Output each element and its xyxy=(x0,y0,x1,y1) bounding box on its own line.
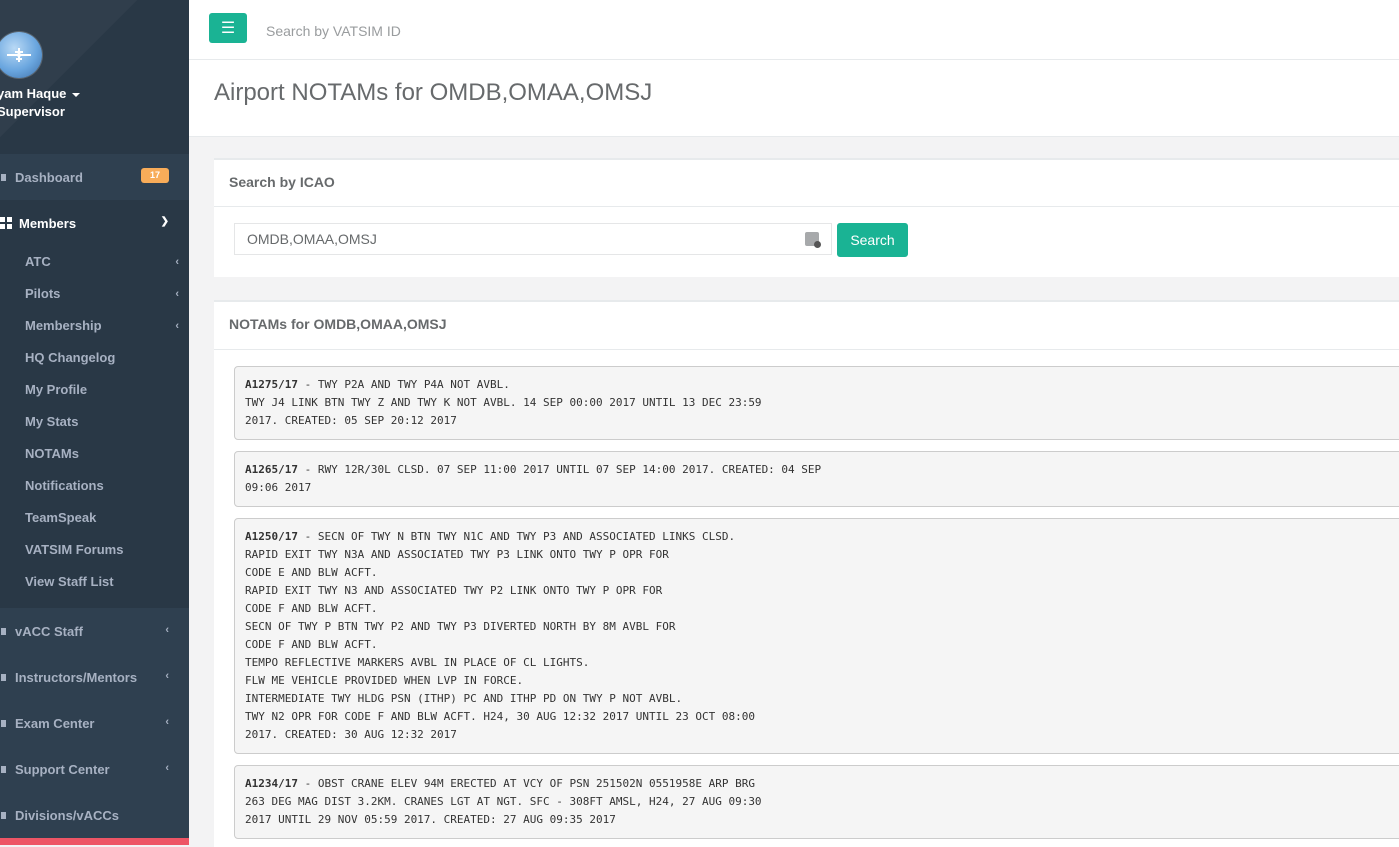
sidebar-item-label: Instructors/Mentors xyxy=(15,669,138,685)
notams-panel: NOTAMs for OMDB,OMAA,OMSJ A1275/17 - TWY… xyxy=(214,300,1399,847)
notam-text: - TWY P2A AND TWY P4A NOT AVBL. TWY J4 L… xyxy=(245,378,762,427)
sidebar-item-vatsim-forums[interactable]: VATSIM Forums xyxy=(25,534,189,566)
sidebar-item-label: NOTAMs xyxy=(25,446,79,461)
chevron-left-icon: ‹ xyxy=(175,256,179,268)
autofill-icon[interactable] xyxy=(805,232,821,248)
sidebar-item-label: ATC xyxy=(25,254,51,269)
chevron-left-icon: ‹ xyxy=(165,716,169,728)
sidebar-item-label: Exam Center xyxy=(15,715,95,731)
section-icon xyxy=(1,627,6,635)
page-heading: Airport NOTAMs for OMDB,OMAA,OMSJ xyxy=(189,60,1399,137)
sidebar-item-vacc-staff[interactable]: vACC Staff ‹ xyxy=(0,608,189,654)
panel-title: NOTAMs for OMDB,OMAA,OMSJ xyxy=(229,316,447,332)
sidebar-item-label: Divisions/vACCs xyxy=(15,807,120,823)
sidebar-item-instructors-mentors[interactable]: Instructors/Mentors ‹ xyxy=(0,654,189,700)
sidebar-item-label: Members xyxy=(19,215,77,231)
divider xyxy=(214,206,1399,207)
sidebar-item-label: Pilots xyxy=(25,286,61,301)
notification-badge: 17 xyxy=(141,168,169,183)
sidebar-item-label: View Staff List xyxy=(25,574,114,589)
hamburger-icon: ☰ xyxy=(220,20,236,37)
sidebar-item-atc[interactable]: ATC ‹ xyxy=(25,246,189,278)
chevron-left-icon: ‹ xyxy=(165,624,169,636)
sidebar-item-label: Membership xyxy=(25,318,102,333)
notam-item: A1234/17 - OBST CRANE ELEV 94M ERECTED A… xyxy=(234,765,1399,839)
sidebar-item-divisions-vaccs[interactable]: Divisions/vACCs xyxy=(0,792,189,838)
sidebar-item-dashboard[interactable]: Dashboard 17 xyxy=(0,154,189,200)
search-button[interactable]: Search xyxy=(837,223,908,257)
sidebar-item-label: My Profile xyxy=(25,382,88,397)
caret-down-icon xyxy=(72,92,81,97)
panel-title: Search by ICAO xyxy=(229,174,335,190)
notam-id: A1234/17 xyxy=(245,777,298,790)
notam-item: A1265/17 - RWY 12R/30L CLSD. 07 SEP 11:0… xyxy=(234,451,1399,507)
sidebar-item-label: TeamSpeak xyxy=(25,510,97,525)
chevron-down-icon: ❯ xyxy=(160,216,169,227)
notam-item: A1250/17 - SECN OF TWY N BTN TWY N1C AND… xyxy=(234,518,1399,754)
dashboard-icon xyxy=(1,173,6,181)
notam-id: A1275/17 xyxy=(245,378,298,391)
sidebar-item-notifications[interactable]: Notifications xyxy=(25,470,189,502)
notam-text: - SECN OF TWY N BTN TWY N1C AND TWY P3 A… xyxy=(245,530,755,741)
search-icao-panel: Search by ICAO Search xyxy=(214,158,1399,277)
sidebar-item-exam-center[interactable]: Exam Center ‹ xyxy=(0,700,189,746)
sidebar-item-notams[interactable]: NOTAMs xyxy=(25,438,189,470)
section-icon xyxy=(1,719,6,727)
section-icon xyxy=(1,811,6,819)
airplane-icon xyxy=(7,48,31,62)
grid-icon xyxy=(0,217,12,229)
sidebar-item-label: Dashboard xyxy=(15,169,83,185)
notam-id: A1250/17 xyxy=(245,530,298,543)
sidebar-item-label: Notifications xyxy=(25,478,104,493)
top-navbar: ☰ xyxy=(189,0,1399,60)
vatsim-id-search-input[interactable] xyxy=(264,18,568,44)
sidebar-item-view-staff-list[interactable]: View Staff List xyxy=(25,566,189,598)
section-icon xyxy=(1,673,6,681)
icao-input[interactable] xyxy=(234,223,832,255)
sidebar-item-teamspeak[interactable]: TeamSpeak xyxy=(25,502,189,534)
menu-toggle-button[interactable]: ☰ xyxy=(209,13,247,43)
notam-text: - RWY 12R/30L CLSD. 07 SEP 11:00 2017 UN… xyxy=(245,463,822,494)
profile-header: yam Haque Supervisor xyxy=(0,0,189,154)
page-title: Airport NOTAMs for OMDB,OMAA,OMSJ xyxy=(214,79,653,106)
sidebar-bottom-item[interactable] xyxy=(0,838,189,845)
sidebar-item-my-stats[interactable]: My Stats xyxy=(25,406,189,438)
section-icon xyxy=(1,765,6,773)
notam-id: A1265/17 xyxy=(245,463,298,476)
sidebar-item-support-center[interactable]: Support Center ‹ xyxy=(0,746,189,792)
notam-item: A1275/17 - TWY P2A AND TWY P4A NOT AVBL.… xyxy=(234,366,1399,440)
user-name-dropdown[interactable]: yam Haque xyxy=(0,86,81,101)
user-name: yam Haque xyxy=(0,86,67,101)
sidebar-item-label: VATSIM Forums xyxy=(25,542,124,557)
notam-text: - OBST CRANE ELEV 94M ERECTED AT VCY OF … xyxy=(245,777,762,826)
avatar[interactable] xyxy=(0,32,42,78)
divider xyxy=(214,349,1399,350)
sidebar-item-my-profile[interactable]: My Profile xyxy=(25,374,189,406)
sidebar-item-membership[interactable]: Membership ‹ xyxy=(25,310,189,342)
chevron-left-icon: ‹ xyxy=(165,670,169,682)
sidebar-item-label: HQ Changelog xyxy=(25,350,116,365)
members-section: Members ❯ ATC ‹ Pilots ‹ Membership ‹ HQ Chang… xyxy=(0,200,189,608)
sidebar-item-label: Support Center xyxy=(15,761,110,777)
sidebar-item-members[interactable]: Members ❯ xyxy=(0,200,189,246)
sidebar-item-label: My Stats xyxy=(25,414,79,429)
chevron-left-icon: ‹ xyxy=(175,320,179,332)
chevron-left-icon: ‹ xyxy=(165,762,169,774)
sidebar: yam Haque Supervisor Dashboard 17 Member… xyxy=(0,0,189,845)
sidebar-item-hq-changelog[interactable]: HQ Changelog xyxy=(25,342,189,374)
user-role: Supervisor xyxy=(0,104,65,119)
sidebar-item-pilots[interactable]: Pilots ‹ xyxy=(25,278,189,310)
sidebar-item-label: vACC Staff xyxy=(15,623,83,639)
chevron-left-icon: ‹ xyxy=(175,288,179,300)
